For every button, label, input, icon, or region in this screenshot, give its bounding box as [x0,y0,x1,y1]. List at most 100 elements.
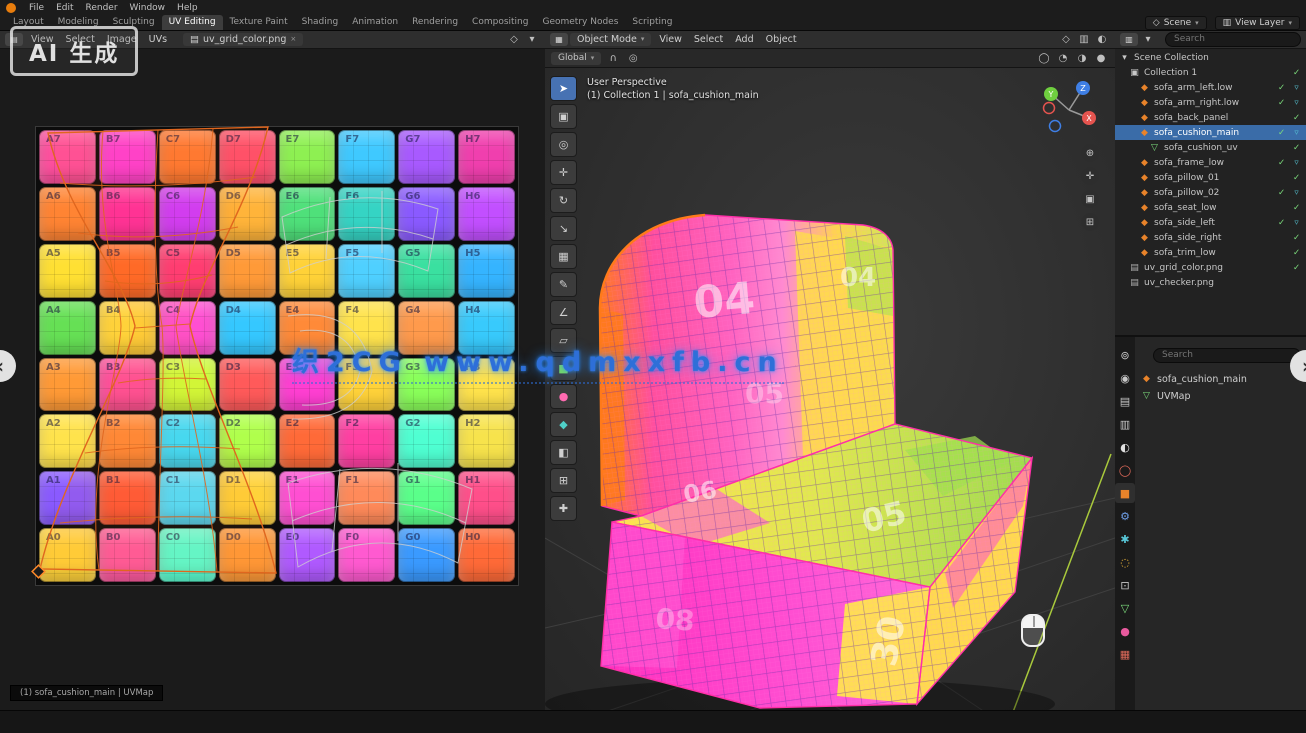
properties-tab-view-layer[interactable]: ▥ [1115,414,1135,434]
mode-selector[interactable]: Object Mode ▾ [570,33,651,46]
properties-tab-world[interactable]: ◯ [1115,460,1135,480]
uv-menu-image[interactable]: Image [101,34,143,45]
properties-tab-render[interactable]: ◉ [1115,368,1135,388]
visibility-check-icon[interactable]: ✓ [1276,98,1287,108]
workspace-tab-compositing[interactable]: Compositing [465,15,535,30]
tool-add-plane[interactable]: ▱ [550,328,577,353]
topbar-menu-help[interactable]: Help [171,3,204,13]
properties-tab-scene[interactable]: ◐ [1115,437,1135,457]
properties-tab-material[interactable]: ● [1115,621,1135,641]
visibility-check-icon[interactable]: ✓ [1276,188,1287,198]
outliner-search-input[interactable] [1165,32,1301,47]
tool-extrude[interactable]: ✚ [550,496,577,521]
viewport-menu-object[interactable]: Object [760,34,803,45]
outliner-item-sofa-cushion-uv[interactable]: ▽sofa_cushion_uv✓ [1115,140,1306,155]
uv-menu-uvs[interactable]: UVs [143,34,173,45]
visibility-check-icon[interactable]: ✓ [1291,143,1302,153]
viewport-menu-select[interactable]: Select [688,34,729,45]
properties-tab-object-data[interactable]: ▽ [1115,598,1135,618]
tool-grid-fill[interactable]: ⊞ [550,468,577,493]
navigation-gizmo[interactable]: Z X Y [1039,74,1103,138]
visibility-check-icon[interactable]: ✓ [1291,203,1302,213]
tool-annotate[interactable]: ✎ [550,272,577,297]
outliner-item-sofa-seat-low[interactable]: ◆sofa_seat_low✓ [1115,200,1306,215]
tool-select-tweak[interactable]: ➤ [550,76,577,101]
overlays-icon[interactable]: ▥ [1076,34,1092,45]
workspace-tab-layout[interactable]: Layout [6,15,51,30]
properties-tab-particles[interactable]: ✱ [1115,529,1135,549]
workspace-tab-sculpting[interactable]: Sculpting [106,15,162,30]
properties-row-sofa-cushion-main[interactable]: ◆sofa_cushion_main [1141,371,1301,388]
shading-mode-1[interactable]: ◔ [1055,53,1071,64]
properties-search-input[interactable] [1153,348,1301,363]
viewport-canvas[interactable]: 04 04 05 05 06 30 08 ➤▣◎✛↻↘▦✎∠▱■●◆◧⊞✚ Us… [545,68,1115,712]
uv-menu-view[interactable]: View [25,34,60,45]
workspace-tab-geometry-nodes[interactable]: Geometry Nodes [535,15,625,30]
outliner-item-sofa-trim-low[interactable]: ◆sofa_trim_low✓ [1115,245,1306,260]
pin-icon[interactable]: ◇ [506,34,522,45]
properties-tab-constraints[interactable]: ⊡ [1115,575,1135,595]
properties-tab-object[interactable]: ■ [1115,483,1135,503]
tool-select-box[interactable]: ▣ [550,104,577,129]
visibility-check-icon[interactable]: ✓ [1291,263,1302,273]
visibility-check-icon[interactable]: ✓ [1291,173,1302,183]
properties-row-uvmap[interactable]: ▽UVMap [1141,388,1301,405]
shading-mode-2[interactable]: ◑ [1074,53,1090,64]
editor-type-icon[interactable]: ▥ [1120,33,1138,46]
pan-icon[interactable]: ✛ [1081,167,1099,185]
camera-view-icon[interactable]: ▣ [1081,190,1099,208]
selectability-icon[interactable]: ▿ [1291,83,1302,93]
outliner-item-sofa-back-panel[interactable]: ◆sofa_back_panel✓ [1115,110,1306,125]
outliner-item-sofa-arm-right-low[interactable]: ◆sofa_arm_right.low✓▿ [1115,95,1306,110]
properties-tab-tool[interactable]: ⊚ [1115,345,1135,365]
properties-tab-output[interactable]: ▤ [1115,391,1135,411]
workspace-tab-uv-editing[interactable]: UV Editing [162,15,223,30]
xray-toggle-icon[interactable]: ◐ [1094,34,1110,45]
outliner-item-uv-grid-color-png[interactable]: ▤uv_grid_color.png✓ [1115,260,1306,275]
properties-tab-physics[interactable]: ◌ [1115,552,1135,572]
viewport-menu-view[interactable]: View [653,34,688,45]
orientation-selector[interactable]: Global ▾ [551,52,601,65]
outliner-item-sofa-cushion-main[interactable]: ◆sofa_cushion_main✓▿ [1115,125,1306,140]
topbar-menu-render[interactable]: Render [80,3,124,13]
workspace-tab-shading[interactable]: Shading [295,15,346,30]
tool-add-sphere[interactable]: ● [550,384,577,409]
view-layer-selector[interactable]: ▥ View Layer ▾ [1215,16,1300,30]
tool-transform[interactable]: ▦ [550,244,577,269]
properties-tab-modifiers[interactable]: ⚙ [1115,506,1135,526]
topbar-menu-file[interactable]: File [23,3,50,13]
blender-logo-icon[interactable] [6,3,16,13]
visibility-check-icon[interactable]: ✓ [1291,68,1302,78]
visibility-check-icon[interactable]: ✓ [1276,128,1287,138]
filter-icon[interactable]: ▾ [1140,34,1156,45]
shading-mode-3[interactable]: ● [1093,53,1109,64]
outliner-item-sofa-arm-left-low[interactable]: ◆sofa_arm_left.low✓▿ [1115,80,1306,95]
selectability-icon[interactable]: ▿ [1291,128,1302,138]
uv-menu-select[interactable]: Select [60,34,101,45]
tool-add-cube[interactable]: ■ [550,356,577,381]
editor-type-icon[interactable]: ▤ [5,33,23,46]
proportional-edit-icon[interactable]: ◎ [625,53,641,64]
image-selector[interactable]: ▤ uv_grid_color.png × [183,33,303,46]
tool-shear[interactable]: ◧ [550,440,577,465]
visibility-check-icon[interactable]: ✓ [1291,248,1302,258]
outliner-item-sofa-side-left[interactable]: ◆sofa_side_left✓▿ [1115,215,1306,230]
selectability-icon[interactable]: ▿ [1291,218,1302,228]
editor-type-icon[interactable]: ▦ [550,33,568,46]
topbar-menu-edit[interactable]: Edit [50,3,79,13]
tool-cursor[interactable]: ◎ [550,132,577,157]
visibility-check-icon[interactable]: ✓ [1276,218,1287,228]
close-icon[interactable]: × [290,35,296,43]
outliner-item-sofa-frame-low[interactable]: ◆sofa_frame_low✓▿ [1115,155,1306,170]
toggle-ortho-icon[interactable]: ⊞ [1081,213,1099,231]
visibility-check-icon[interactable]: ✓ [1276,158,1287,168]
tool-rotate[interactable]: ↻ [550,188,577,213]
topbar-menu-window[interactable]: Window [124,3,172,13]
outliner-item-collection-1[interactable]: ▣Collection 1✓ [1115,65,1306,80]
properties-tab-texture[interactable]: ▦ [1115,644,1135,664]
visibility-check-icon[interactable]: ✓ [1291,113,1302,123]
workspace-tab-animation[interactable]: Animation [345,15,405,30]
visibility-check-icon[interactable]: ✓ [1291,233,1302,243]
tool-move[interactable]: ✛ [550,160,577,185]
selectability-icon[interactable]: ▿ [1291,188,1302,198]
